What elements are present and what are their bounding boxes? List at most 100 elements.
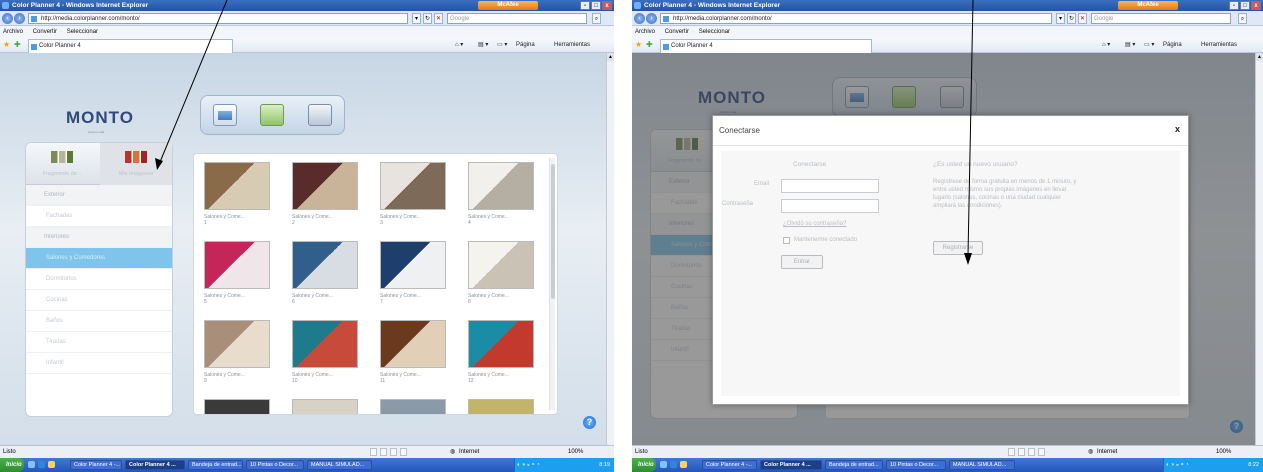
- menu-convertir[interactable]: Convertir: [665, 29, 689, 35]
- remember-checkbox[interactable]: [783, 237, 790, 244]
- sidebar-item[interactable]: Cocinas: [26, 290, 172, 311]
- start-button[interactable]: Inicio: [0, 458, 24, 472]
- feeds-icon[interactable]: ▤ ▾: [478, 41, 488, 50]
- address-bar[interactable]: http://media.colorplanner.com/monto/: [28, 13, 408, 24]
- taskbar-item[interactable]: MANUAL SIMULAD...: [307, 460, 372, 470]
- search-icon[interactable]: ⌕: [592, 13, 601, 24]
- gallery-item[interactable]: Salones y Come... 5: [204, 241, 280, 305]
- room-thumbnail[interactable]: [292, 320, 358, 368]
- maximize-button[interactable]: □: [1240, 1, 1250, 10]
- room-thumbnail[interactable]: [380, 241, 446, 289]
- home-icon[interactable]: ⌂ ▾: [1102, 41, 1110, 50]
- quicklaunch-ie-icon[interactable]: [670, 461, 677, 468]
- favorites-star-icon[interactable]: ★: [635, 41, 643, 49]
- menu-convertir[interactable]: Convertir: [33, 29, 57, 35]
- menu-seleccionar[interactable]: Seleccionar: [67, 29, 98, 35]
- tool-herramientas[interactable]: Herramientas: [1201, 41, 1237, 50]
- sidebar-item[interactable]: Baños: [26, 311, 172, 332]
- room-thumbnail[interactable]: [468, 320, 534, 368]
- mcafee-button[interactable]: McAfee: [1118, 1, 1178, 10]
- print-toolbar-icon[interactable]: ▭ ▾: [497, 41, 507, 50]
- room-thumbnail[interactable]: [468, 241, 534, 289]
- taskbar-item[interactable]: 10 Pintas o Decor...: [886, 460, 946, 470]
- taskbar-item[interactable]: Color Planner 4 -...: [702, 460, 757, 470]
- forgot-password-link[interactable]: ¿Olvidó su contraseña?: [783, 221, 846, 227]
- address-dropdown-icon[interactable]: ▾: [1056, 13, 1065, 24]
- stop-icon[interactable]: ✕: [1078, 13, 1087, 24]
- back-arrow-icon[interactable]: ‹: [2, 13, 13, 24]
- scroll-up-icon[interactable]: ▲: [1256, 53, 1263, 61]
- close-button[interactable]: x: [602, 1, 612, 10]
- sidebar-item[interactable]: Exterior: [26, 185, 172, 206]
- gallery-item[interactable]: Salones y Come... 6: [292, 241, 368, 305]
- room-thumbnail[interactable]: [468, 399, 534, 414]
- sidebar-item[interactable]: Salones y Comedores: [26, 248, 172, 269]
- image-tool-icon[interactable]: [212, 104, 237, 126]
- favorites-star-icon[interactable]: ★: [3, 41, 11, 49]
- quicklaunch-ie-icon[interactable]: [38, 461, 45, 468]
- page-scrollbar[interactable]: ▲: [606, 53, 614, 445]
- maximize-button[interactable]: □: [591, 1, 601, 10]
- room-thumbnail[interactable]: [380, 399, 446, 414]
- room-thumbnail[interactable]: [204, 162, 270, 210]
- print-toolbar-icon[interactable]: ▭ ▾: [1144, 41, 1154, 50]
- gallery-item[interactable]: Salones y Come... 9: [204, 320, 280, 384]
- gallery-item[interactable]: Salones y Come... 12: [468, 320, 544, 384]
- quicklaunch-icon[interactable]: [28, 461, 35, 468]
- taskbar-item-active[interactable]: Color Planner 4 ...: [760, 460, 822, 470]
- address-bar[interactable]: http://media.colorplanner.com/monto/: [660, 13, 1052, 24]
- menu-archivo[interactable]: Archivo: [635, 29, 655, 35]
- palette-tool-icon[interactable]: [260, 104, 285, 126]
- mcafee-button[interactable]: McAfee: [478, 1, 538, 10]
- sidebar-item[interactable]: Interiores: [26, 227, 172, 248]
- room-thumbnail[interactable]: [468, 162, 534, 210]
- room-thumbnail[interactable]: [380, 320, 446, 368]
- print-tool-icon[interactable]: [308, 104, 333, 126]
- tool-pagina[interactable]: Página: [1163, 41, 1182, 50]
- close-button[interactable]: x: [1251, 1, 1261, 10]
- gallery-item[interactable]: Salones y Come... 10: [292, 320, 368, 384]
- refresh-icon[interactable]: ↻: [423, 13, 432, 24]
- home-icon[interactable]: ⌂ ▾: [455, 41, 463, 50]
- browser-tab[interactable]: Color Planner 4: [660, 39, 872, 53]
- search-input[interactable]: Google: [447, 13, 587, 24]
- room-thumbnail[interactable]: [204, 399, 270, 414]
- forward-arrow-icon[interactable]: ›: [646, 13, 657, 24]
- taskbar-item[interactable]: MANUAL SIMULAD...: [949, 460, 1015, 470]
- quicklaunch-folder-icon[interactable]: [680, 461, 687, 468]
- minimize-button[interactable]: -: [580, 1, 590, 10]
- gallery-item[interactable]: Salones y Come... 1: [204, 162, 280, 226]
- quicklaunch-icon[interactable]: [660, 461, 667, 468]
- help-button[interactable]: ?: [583, 416, 596, 429]
- tool-herramientas[interactable]: Herramientas: [554, 41, 590, 50]
- stop-icon[interactable]: ✕: [434, 13, 443, 24]
- gallery-item[interactable]: Salones y Come... 4: [468, 162, 544, 226]
- zoom-level[interactable]: 100%: [1216, 446, 1231, 458]
- room-thumbnail[interactable]: [380, 162, 446, 210]
- sidebar-item[interactable]: Infantil: [26, 353, 172, 374]
- taskbar-item[interactable]: Bandeja de entrad...: [825, 460, 883, 470]
- room-thumbnail[interactable]: [204, 320, 270, 368]
- gallery-scroll-thumb[interactable]: [551, 164, 555, 299]
- forward-arrow-icon[interactable]: ›: [14, 13, 25, 24]
- page-scrollbar[interactable]: ▲: [1255, 53, 1263, 445]
- gallery-item[interactable]: Salones y Come... 11: [380, 320, 456, 384]
- quicklaunch-folder-icon[interactable]: [48, 461, 55, 468]
- taskbar-item[interactable]: Color Planner 4 -...: [70, 460, 122, 470]
- tool-pagina[interactable]: Página: [516, 41, 535, 50]
- tab-fragmento[interactable]: Fragmento de...: [26, 143, 98, 185]
- gallery-scrollbar[interactable]: [549, 158, 555, 410]
- gallery-item[interactable]: Salones y Come... 8: [468, 241, 544, 305]
- room-thumbnail[interactable]: [204, 241, 270, 289]
- address-dropdown-icon[interactable]: ▾: [412, 13, 421, 24]
- add-favorite-icon[interactable]: ✚: [14, 41, 22, 49]
- menu-seleccionar[interactable]: Seleccionar: [699, 29, 730, 35]
- refresh-icon[interactable]: ↻: [1067, 13, 1076, 24]
- taskbar-item[interactable]: Bandeja de entrad...: [188, 460, 243, 470]
- zoom-level[interactable]: 100%: [568, 446, 583, 458]
- search-input[interactable]: Google: [1091, 13, 1231, 24]
- register-button[interactable]: Registrarse: [933, 241, 983, 255]
- menu-archivo[interactable]: Archivo: [3, 29, 23, 35]
- feeds-icon[interactable]: ▤ ▾: [1125, 41, 1135, 50]
- minimize-button[interactable]: -: [1229, 1, 1239, 10]
